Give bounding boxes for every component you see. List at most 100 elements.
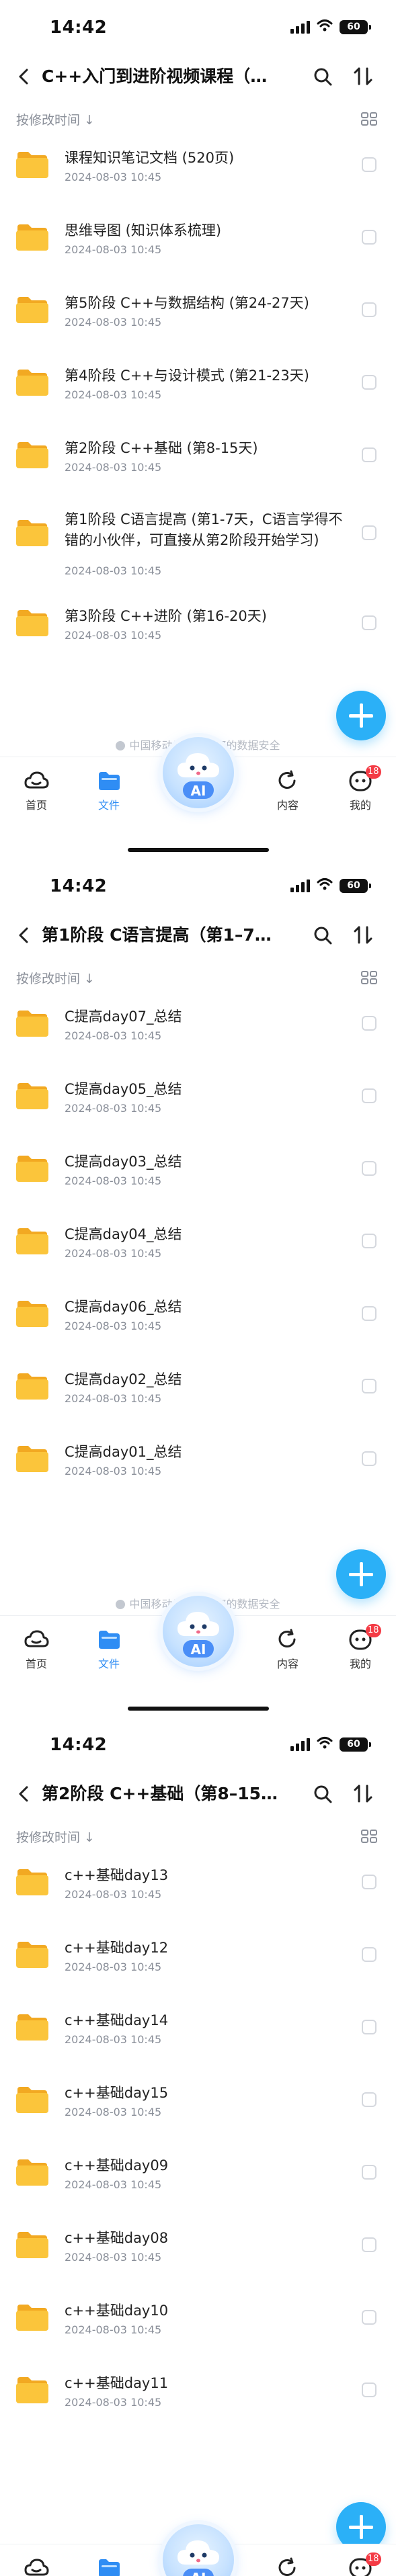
sort-bar: 按修改时间 ↓ xyxy=(0,1823,396,1848)
grid-view-icon[interactable] xyxy=(360,969,378,986)
search-icon[interactable] xyxy=(312,66,333,87)
select-checkbox[interactable] xyxy=(362,375,377,390)
search-icon[interactable] xyxy=(312,925,333,946)
grid-view-icon[interactable] xyxy=(360,1828,378,1845)
select-checkbox[interactable] xyxy=(362,2237,377,2252)
folder-icon xyxy=(15,223,50,251)
back-icon[interactable] xyxy=(12,65,36,89)
list-item[interactable]: c++基础day14 2024-08-03 10:45 xyxy=(0,1995,396,2068)
item-date: 2024-08-03 10:45 xyxy=(65,316,162,329)
list-item[interactable]: C提高day07_总结 2024-08-03 10:45 xyxy=(0,992,396,1064)
search-icon[interactable] xyxy=(312,1783,333,1805)
notification-badge: 18 xyxy=(366,2552,381,2566)
folder-icon xyxy=(15,519,50,547)
select-checkbox[interactable] xyxy=(362,1379,377,1393)
list-item[interactable]: c++基础day10 2024-08-03 10:45 xyxy=(0,2286,396,2358)
select-checkbox[interactable] xyxy=(362,2165,377,2180)
list-item[interactable]: 第3阶段 C++进阶 (第16-20天) 2024-08-03 10:45 xyxy=(0,591,396,664)
list-item[interactable]: 第2阶段 C++基础 (第8-15天) 2024-08-03 10:45 xyxy=(0,423,396,496)
item-date: 2024-08-03 10:45 xyxy=(65,1392,162,1405)
tab-mine[interactable]: 我的18 xyxy=(333,1624,387,1671)
select-checkbox[interactable] xyxy=(362,1875,377,1889)
select-checkbox[interactable] xyxy=(362,447,377,462)
ai-assistant-button[interactable]: AI xyxy=(163,737,234,808)
list-item[interactable]: C提高day06_总结 2024-08-03 10:45 xyxy=(0,1282,396,1355)
list-item[interactable]: c++基础day11 2024-08-03 10:45 xyxy=(0,2358,396,2431)
item-date: 2024-08-03 10:45 xyxy=(65,629,162,642)
select-checkbox[interactable] xyxy=(362,1016,377,1031)
item-date: 2024-08-03 10:45 xyxy=(65,1320,162,1332)
tab-home[interactable]: 首页 xyxy=(9,769,63,812)
list-item[interactable]: 第4阶段 C++与设计模式 (第21-23天) 2024-08-03 10:45 xyxy=(0,351,396,423)
tab-content[interactable]: 内容 xyxy=(261,2557,315,2576)
tab-content[interactable]: 内容 xyxy=(261,769,315,812)
list-item[interactable]: 第5阶段 C++与数据结构 (第24-27天) 2024-08-03 10:45 xyxy=(0,278,396,351)
signal-icon xyxy=(290,1737,310,1751)
list-item[interactable]: c++基础day12 2024-08-03 10:45 xyxy=(0,1923,396,1995)
item-name: 思维导图 (知识体系梳理) xyxy=(65,222,222,239)
item-date: 2024-08-03 10:45 xyxy=(65,2396,162,2409)
list-item[interactable]: C提高day04_总结 2024-08-03 10:45 xyxy=(0,1209,396,1282)
list-item[interactable]: 课程知识笔记文档 (520页) 2024-08-03 10:45 xyxy=(0,133,396,206)
grid-view-icon[interactable] xyxy=(360,110,378,128)
tab-home[interactable]: 首页 xyxy=(9,1628,63,1671)
home-indicator xyxy=(128,848,269,852)
back-icon[interactable] xyxy=(12,923,36,947)
list-item[interactable]: C提高day02_总结 2024-08-03 10:45 xyxy=(0,1355,396,1427)
sort-order-button[interactable]: 按修改时间 ↓ xyxy=(16,110,95,128)
tab-home[interactable]: 首页 xyxy=(9,2557,63,2576)
tab-files[interactable]: 文件 xyxy=(82,2557,136,2576)
select-checkbox[interactable] xyxy=(362,1088,377,1103)
sort-icon[interactable] xyxy=(351,923,375,947)
list-item[interactable]: c++基础day13 2024-08-03 10:45 xyxy=(0,1850,396,1923)
status-icons: 60 xyxy=(290,19,371,35)
list-item[interactable]: C提高day05_总结 2024-08-03 10:45 xyxy=(0,1064,396,1137)
sort-order-button[interactable]: 按修改时间 ↓ xyxy=(16,1828,95,1846)
sort-order-button[interactable]: 按修改时间 ↓ xyxy=(16,969,95,987)
select-checkbox[interactable] xyxy=(362,1234,377,1248)
select-checkbox[interactable] xyxy=(362,157,377,172)
list-item[interactable]: 第1阶段 C语言提高 (第1-7天，C语言学得不错的小伙伴，可直接从第2阶段开始… xyxy=(0,496,396,579)
tab-mine[interactable]: 我的18 xyxy=(333,2552,387,2576)
list-item[interactable]: 思维导图 (知识体系梳理) 2024-08-03 10:45 xyxy=(0,206,396,278)
item-name: C提高day04_总结 xyxy=(65,1226,182,1242)
select-checkbox[interactable] xyxy=(362,302,377,317)
sort-icon[interactable] xyxy=(351,1782,375,1806)
ai-assistant-button[interactable]: AI xyxy=(163,1596,234,1667)
select-checkbox[interactable] xyxy=(362,2020,377,2034)
list-item[interactable]: c++基础day15 2024-08-03 10:45 xyxy=(0,2068,396,2141)
tab-files[interactable]: 文件 xyxy=(82,1628,136,1671)
item-name: 第3阶段 C++进阶 (第16-20天) xyxy=(65,608,267,624)
list-item[interactable]: C提高day01_总结 2024-08-03 10:45 xyxy=(0,1427,396,1500)
select-checkbox[interactable] xyxy=(362,1947,377,1962)
back-icon[interactable] xyxy=(12,1782,36,1806)
select-checkbox[interactable] xyxy=(362,615,377,630)
folder-icon xyxy=(15,2231,50,2259)
list-item[interactable]: C提高day03_总结 2024-08-03 10:45 xyxy=(0,1137,396,1209)
select-checkbox[interactable] xyxy=(362,230,377,245)
select-checkbox[interactable] xyxy=(362,2382,377,2397)
add-button[interactable] xyxy=(336,691,386,740)
list-item[interactable]: c++基础day08 2024-08-03 10:45 xyxy=(0,2213,396,2286)
item-name: C提高day07_总结 xyxy=(65,1008,182,1025)
add-button[interactable] xyxy=(336,1549,386,1599)
tab-files[interactable]: 文件 xyxy=(82,769,136,812)
select-checkbox[interactable] xyxy=(362,2092,377,2107)
select-checkbox[interactable] xyxy=(362,1161,377,1176)
status-bar: 14:42 60 xyxy=(0,859,396,916)
select-checkbox[interactable] xyxy=(362,1451,377,1466)
select-checkbox[interactable] xyxy=(362,2310,377,2325)
item-date: 2024-08-03 10:45 xyxy=(65,2323,162,2336)
sort-icon[interactable] xyxy=(351,65,375,89)
ai-assistant-button[interactable]: AI xyxy=(163,2524,234,2576)
tab-content[interactable]: 内容 xyxy=(261,1628,315,1671)
sort-bar: 按修改时间 ↓ xyxy=(0,106,396,130)
select-checkbox[interactable] xyxy=(362,525,377,540)
select-checkbox[interactable] xyxy=(362,1306,377,1321)
list-item[interactable]: c++基础day09 2024-08-03 10:45 xyxy=(0,2141,396,2213)
item-name: 课程知识笔记文档 (520页) xyxy=(65,150,235,166)
tab-mine[interactable]: 我的18 xyxy=(333,765,387,812)
app-screen: 14:42 60 第2阶段 C++基础（第8–15… 按修改时间 ↓ c++基础day1… xyxy=(0,1717,396,2576)
item-date: 2024-08-03 10:45 xyxy=(65,2033,162,2046)
tab-label: 内容 xyxy=(276,1658,299,1670)
